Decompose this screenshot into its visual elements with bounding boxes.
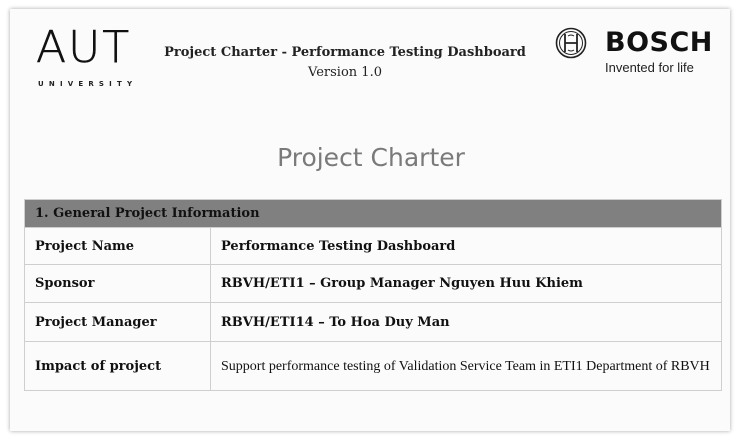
- bosch-wordmark: BOSCH: [605, 27, 713, 58]
- document-header: Project Charter - Performance Testing Da…: [150, 44, 540, 84]
- table-row: Project Name Performance Testing Dashboa…: [24, 227, 722, 265]
- section-header-row: 1. General Project Information: [24, 199, 722, 228]
- row-label: Project Name: [24, 227, 211, 265]
- row-value: Support performance testing of Validatio…: [210, 341, 722, 391]
- bosch-armature-icon: [555, 27, 587, 59]
- document-frame: AUT UNIVERSITY Project Charter - Perform…: [0, 0, 742, 442]
- row-value: RBVH/ETI1 – Group Manager Nguyen Huu Khi…: [210, 264, 722, 303]
- table-row: Impact of project Support performance te…: [24, 341, 722, 391]
- row-label: Sponsor: [24, 264, 211, 303]
- aut-university-logo: AUT UNIVERSITY: [36, 22, 146, 98]
- document-title: Project Charter - Performance Testing Da…: [164, 45, 526, 60]
- aut-logo-subtext: UNIVERSITY: [38, 80, 138, 88]
- section-heading: 1. General Project Information: [24, 199, 722, 228]
- document-version: Version 1.0: [308, 65, 382, 80]
- table-row: Project Manager RBVH/ETI14 – To Hoa Duy …: [24, 302, 722, 342]
- general-info-table: 1. General Project Information Project N…: [24, 199, 722, 391]
- table-row: Sponsor RBVH/ETI1 – Group Manager Nguyen…: [24, 264, 722, 303]
- aut-logo-text: AUT: [36, 22, 132, 73]
- bosch-logo: BOSCH Invented for life: [555, 26, 725, 86]
- row-label: Impact of project: [24, 341, 211, 391]
- row-value: RBVH/ETI14 – To Hoa Duy Man: [210, 302, 722, 342]
- bosch-tagline: Invented for life: [605, 60, 694, 75]
- row-label: Project Manager: [24, 302, 211, 342]
- row-value: Performance Testing Dashboard: [210, 227, 722, 265]
- page-heading: Project Charter: [277, 143, 465, 172]
